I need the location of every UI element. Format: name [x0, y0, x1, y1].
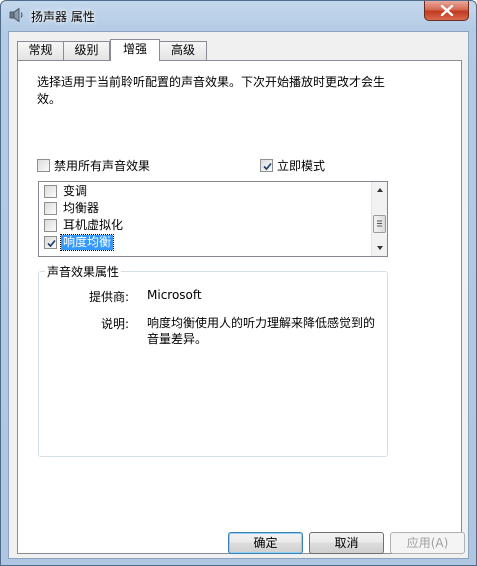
checkmark-icon — [263, 162, 272, 171]
effect-label: 均衡器 — [63, 200, 100, 215]
effect-label: 变调 — [63, 183, 88, 198]
list-item[interactable]: 耳机虚拟化 — [44, 217, 125, 233]
tab-enhancements[interactable]: 增强 — [110, 39, 160, 61]
description-value: 响度均衡使用人的听力理解来降低感觉到的音量差异。 — [147, 316, 376, 346]
effect-checkbox[interactable] — [44, 235, 57, 249]
effects-list[interactable]: 变调 均衡器 耳机虚拟化 响度均衡 — [38, 181, 388, 257]
enhancements-description: 选择适用于当前聆听配置的声音效果。下次开始播放时更改才会生效。 — [37, 75, 386, 106]
grip-icon — [377, 220, 382, 227]
effect-checkbox[interactable] — [44, 184, 57, 198]
apply-button[interactable]: 应用(A) — [390, 532, 465, 554]
provider-value: Microsoft — [147, 288, 202, 302]
disable-all-effects-option[interactable]: 禁用所有声音效果 — [37, 157, 150, 174]
disable-all-checkbox[interactable] — [37, 159, 50, 172]
arrow-up-icon — [377, 188, 383, 192]
close-button[interactable] — [424, 1, 469, 21]
cancel-button[interactable]: 取消 — [309, 532, 384, 554]
disable-all-label: 禁用所有声音效果 — [54, 159, 151, 173]
list-item[interactable]: 变调 — [44, 183, 89, 199]
ok-button[interactable]: 确定 — [228, 532, 303, 554]
provider-label: 提供商: — [88, 290, 129, 304]
immediate-mode-checkbox[interactable] — [260, 159, 273, 172]
effect-checkbox[interactable] — [44, 201, 57, 215]
effect-properties-group: 声音效果属性 提供商: Microsoft 说明: 响度均衡使用人的听力理解来降… — [38, 263, 388, 457]
arrow-down-icon — [377, 246, 383, 250]
tab-levels[interactable]: 级别 — [63, 41, 110, 60]
tab-general[interactable]: 常规 — [17, 41, 64, 60]
immediate-mode-label: 立即模式 — [277, 159, 326, 173]
effect-label: 耳机虚拟化 — [63, 217, 124, 232]
list-item[interactable]: 响度均衡 — [44, 233, 115, 251]
list-item[interactable]: 均衡器 — [44, 200, 101, 216]
checkmark-icon — [47, 239, 56, 247]
tab-advanced[interactable]: 高级 — [159, 41, 207, 60]
effect-checkbox[interactable] — [44, 218, 57, 232]
dialog-client-area: 常规 级别 增强 高级 选择适用于当前聆听配置的声音效果。下次开始播放时更改才会… — [8, 31, 469, 559]
effects-scrollbar[interactable] — [371, 182, 387, 256]
effect-label: 响度均衡 — [59, 233, 115, 251]
speaker-properties-window: 扬声器 属性 常规 级别 增强 高级 选择适用于当前聆听配置的声音效果。下次开始… — [0, 0, 477, 566]
speaker-icon — [9, 7, 25, 23]
description-label: 说明: — [100, 317, 129, 331]
immediate-mode-option[interactable]: 立即模式 — [260, 157, 325, 174]
window-title: 扬声器 属性 — [31, 10, 95, 24]
close-icon — [440, 5, 454, 16]
title-bar[interactable]: 扬声器 属性 — [1, 1, 476, 31]
scroll-up-button[interactable] — [372, 182, 388, 198]
scroll-thumb[interactable] — [373, 215, 386, 233]
group-title: 声音效果属性 — [45, 263, 122, 280]
enhancements-tab-page: 选择适用于当前聆听配置的声音效果。下次开始播放时更改才会生效。 禁用所有声音效果… — [17, 60, 462, 554]
scroll-down-button[interactable] — [372, 240, 388, 256]
